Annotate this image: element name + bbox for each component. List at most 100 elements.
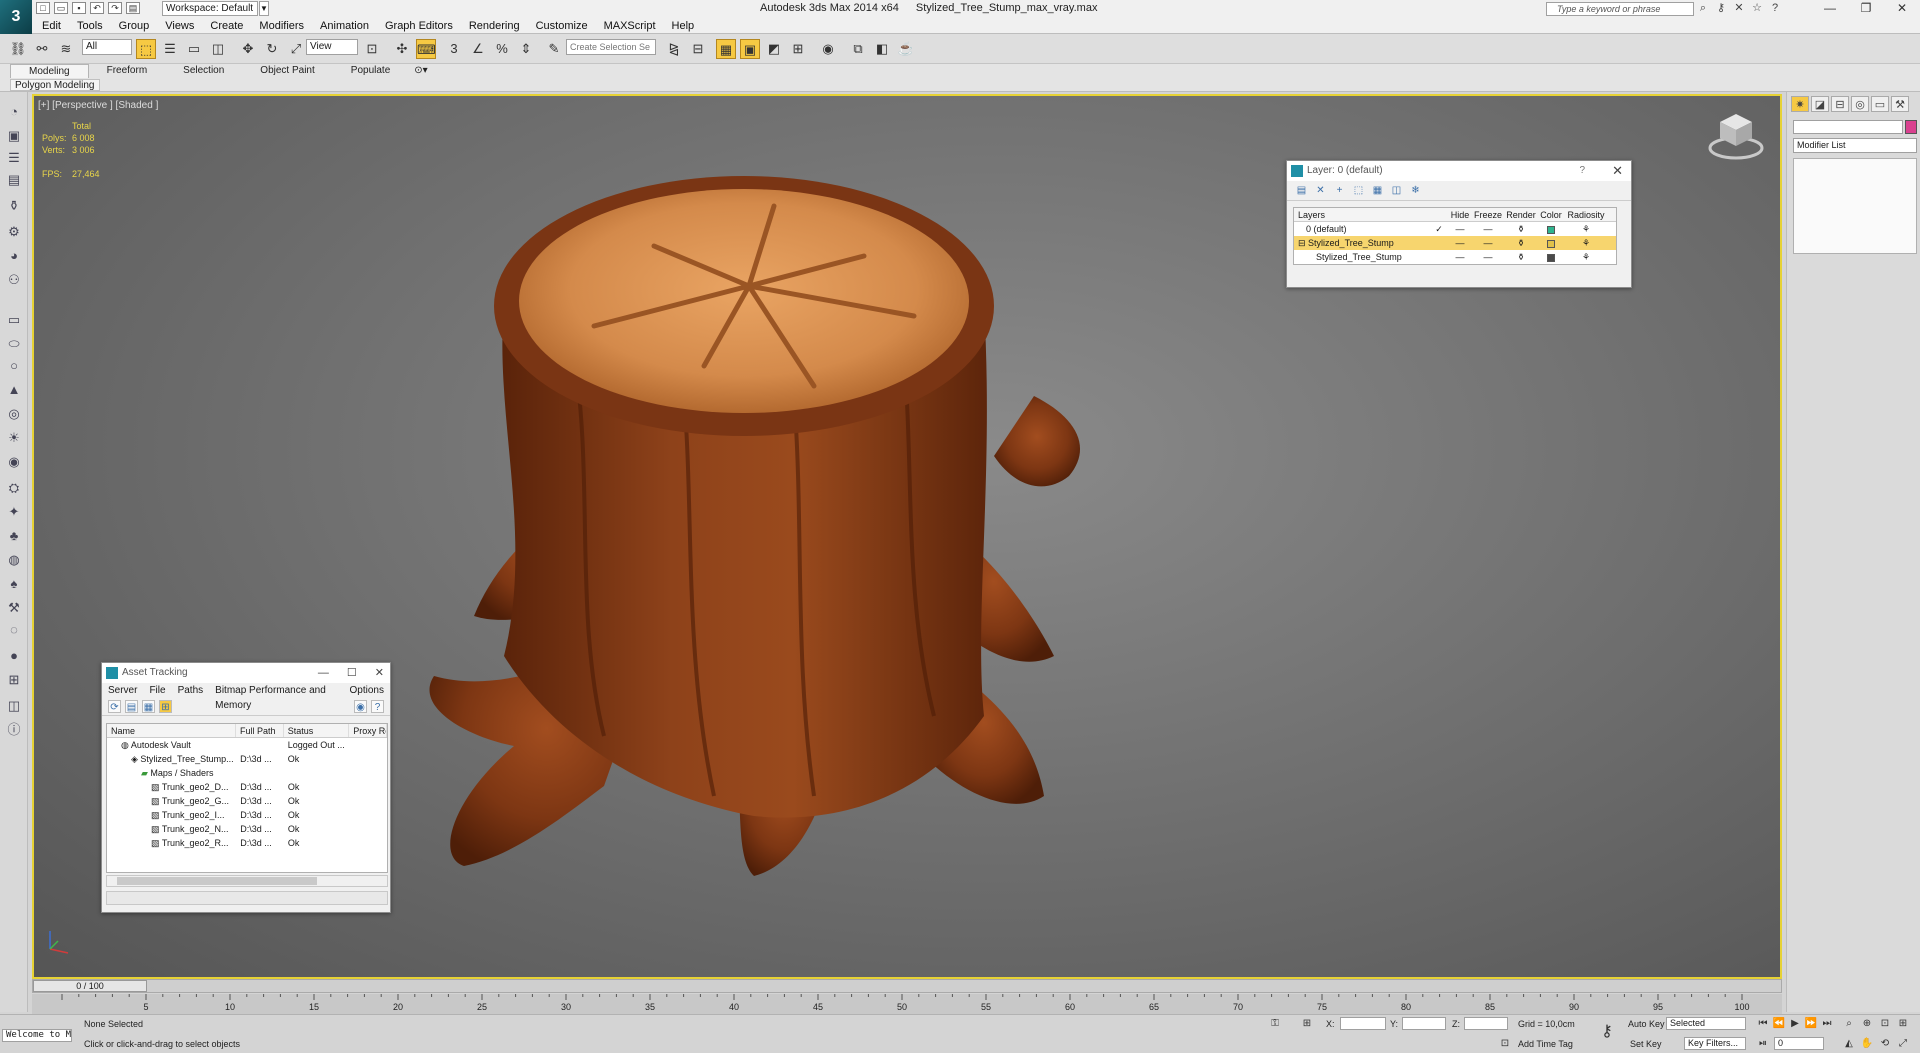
layer-row[interactable]: 0 (default) ✓ — — ⚱ ⚘ — [1294, 222, 1616, 236]
current-frame-input[interactable]: 0 — [1774, 1037, 1824, 1050]
render-teapot-icon[interactable]: ⚱ — [1504, 250, 1538, 264]
chevron-down-icon[interactable]: ▼ — [259, 1, 269, 16]
teapot-tool-icon[interactable]: ⚱ — [6, 198, 22, 214]
col-status[interactable]: Status — [284, 724, 350, 737]
maximize-viewport-icon[interactable]: ⤢ — [1896, 1037, 1910, 1051]
grid-tool-icon[interactable]: ⊞ — [6, 672, 22, 688]
angle-snap-icon[interactable]: ∠ — [468, 39, 488, 59]
menu-help[interactable]: Help — [664, 18, 703, 34]
utilities-tab-icon[interactable]: ⚒ — [1891, 96, 1909, 112]
table-row[interactable]: ◍ Autodesk Vault Logged Out ... — [107, 738, 387, 752]
asset-close-button[interactable]: ✕ — [375, 663, 384, 683]
snaps-toggle-icon[interactable]: 3 — [444, 39, 464, 59]
minimize-button[interactable]: — — [1812, 0, 1848, 17]
mirror-icon[interactable]: ⧎ — [664, 39, 684, 59]
time-slider[interactable]: 0 / 100 — [32, 979, 1782, 993]
col-render[interactable]: Render — [1504, 208, 1538, 221]
helper-tool-icon[interactable]: ⛭ — [6, 480, 22, 496]
asset-horizontal-scrollbar[interactable] — [106, 875, 388, 887]
next-frame-icon[interactable]: ⏩ — [1804, 1017, 1818, 1031]
create-layer-icon[interactable]: ▤ — [1295, 184, 1308, 197]
rect-selection-region-icon[interactable]: ▭ — [184, 39, 204, 59]
set-key-button[interactable]: Set Key — [1630, 1039, 1662, 1049]
asset-tracking-dialog[interactable]: Asset Tracking — ☐ ✕ Server File Paths B… — [101, 662, 391, 913]
bones-tool-icon[interactable]: ⚇ — [6, 272, 22, 288]
go-to-start-icon[interactable]: ⏮ — [1756, 1017, 1770, 1031]
hide-toggle[interactable]: — — [1448, 250, 1472, 264]
target-light-icon[interactable]: ◉ — [6, 454, 22, 470]
window-crossing-icon[interactable]: ◫ — [208, 39, 228, 59]
active-layer-check[interactable]: ✓ — [1430, 222, 1448, 236]
zoom-extents-all-icon[interactable]: ⊞ — [1896, 1017, 1910, 1031]
table-row[interactable]: ▰ Maps / Shaders — [107, 766, 387, 780]
menu-create[interactable]: Create — [202, 18, 251, 34]
torus-tool-icon[interactable]: ◎ — [6, 406, 22, 422]
menu-edit[interactable]: Edit — [34, 18, 69, 34]
hierarchy-tab-icon[interactable]: ⊟ — [1831, 96, 1849, 112]
layer-name[interactable]: ⊟ Stylized_Tree_Stump — [1294, 236, 1430, 250]
auto-key-button[interactable]: Auto Key — [1628, 1019, 1665, 1029]
layer-manager-icon[interactable]: ▦ — [716, 39, 736, 59]
globe-tool-icon[interactable]: ◍ — [6, 552, 22, 568]
scale-icon[interactable]: ⤢ — [286, 39, 306, 59]
table-row[interactable]: ▧ Trunk_geo2_G... D:\3d ... Ok — [107, 794, 387, 808]
previous-frame-icon[interactable]: ⏪ — [1772, 1017, 1786, 1031]
layer-object-name[interactable]: Stylized_Tree_Stump — [1294, 250, 1430, 264]
refresh-icon[interactable]: ⟳ — [108, 700, 121, 713]
select-by-name-icon[interactable]: ☰ — [160, 39, 180, 59]
spinner-snap-icon[interactable]: ⇕ — [516, 39, 536, 59]
binoculars-icon[interactable]: ⌕ — [1696, 1, 1710, 15]
menu-animation[interactable]: Animation — [312, 18, 377, 34]
open-file-icon[interactable]: ▭ — [54, 2, 68, 14]
favorites-icon[interactable]: ☆ — [1750, 1, 1764, 15]
radiosity-icon[interactable]: ⚘ — [1564, 222, 1608, 236]
time-tag-icon[interactable]: ⊡ — [1498, 1037, 1512, 1051]
curve-editor-icon[interactable]: ◩ — [764, 39, 784, 59]
circle-tool-icon[interactable]: ○ — [6, 358, 22, 374]
display-tab-icon[interactable]: ▭ — [1871, 96, 1889, 112]
add-to-layer-icon[interactable]: + — [1333, 184, 1346, 197]
schematic-view-icon[interactable]: ⊞ — [788, 39, 808, 59]
scrollbar-thumb[interactable] — [117, 877, 317, 885]
freeze-toggle[interactable]: — — [1472, 250, 1504, 264]
viewport-layout-icon[interactable]: ◫ — [6, 698, 22, 714]
hide-toggle[interactable]: — — [1448, 236, 1472, 250]
move-icon[interactable]: ✥ — [238, 39, 258, 59]
orb-tool-icon[interactable]: ● — [6, 648, 22, 664]
go-to-end-icon[interactable]: ⏭ — [1820, 1017, 1834, 1031]
key-mode-select[interactable]: Selected — [1666, 1017, 1746, 1030]
restore-button[interactable]: ❐ — [1848, 0, 1884, 17]
table-row[interactable]: ▧ Trunk_geo2_R... D:\3d ... Ok — [107, 836, 387, 850]
table-row[interactable]: ▧ Trunk_geo2_I... D:\3d ... Ok — [107, 808, 387, 822]
plant-tool-icon[interactable]: ♠ — [6, 576, 22, 592]
menu-views[interactable]: Views — [157, 18, 202, 34]
render-setup-icon[interactable]: ⧉ — [848, 39, 868, 59]
percent-snap-icon[interactable]: % — [492, 39, 512, 59]
modifier-list-select[interactable]: Modifier List — [1793, 138, 1917, 153]
rotate-icon[interactable]: ↻ — [262, 39, 282, 59]
tab-selection[interactable]: Selection — [165, 64, 242, 78]
list-tool-icon[interactable]: ☰ — [6, 150, 22, 166]
rendered-frame-window-icon[interactable]: ◧ — [872, 39, 892, 59]
object-color-swatch[interactable] — [1905, 120, 1917, 134]
create-tab-icon[interactable]: ✷ — [1791, 96, 1809, 112]
help-button[interactable]: ? — [1579, 161, 1585, 181]
sun-light-icon[interactable]: ☀ — [6, 430, 22, 446]
menu-modifiers[interactable]: Modifiers — [251, 18, 312, 34]
layer-color-swatch[interactable] — [1538, 222, 1564, 236]
project-folder-icon[interactable]: ▤ — [126, 2, 140, 14]
layer-manager-dialog[interactable]: Layer: 0 (default) ? ✕ ▤ ✕ + ⬚ ▦ ◫ ❄ Lay… — [1286, 160, 1632, 288]
menu-graph-editors[interactable]: Graph Editors — [377, 18, 461, 34]
viewcube-icon[interactable] — [1708, 110, 1764, 160]
layer-row[interactable]: ⊟ Stylized_Tree_Stump — — ⚱ ⚘ — [1294, 236, 1616, 250]
hide-all-layers-icon[interactable]: ◫ — [1390, 184, 1403, 197]
cone-tool-icon[interactable]: ▲ — [6, 382, 22, 398]
thumbnail-view-icon[interactable]: ▦ — [142, 700, 155, 713]
table-row[interactable]: ▧ Trunk_geo2_N... D:\3d ... Ok — [107, 822, 387, 836]
layer-dialog-close-button[interactable]: ✕ — [1612, 161, 1623, 181]
wrench-tool-icon[interactable]: ⚒ — [6, 600, 22, 616]
expand-icon[interactable]: ⊟ — [1298, 238, 1308, 248]
track-bar[interactable]: 5 10 15 20 25 30 35 40 45 50 55 60 65 70 75 80 85 90 95 100 — [32, 994, 1782, 1014]
asset-menu-file[interactable]: File — [143, 683, 171, 698]
keyboard-shortcut-override-icon[interactable]: ⌨ — [416, 39, 436, 59]
